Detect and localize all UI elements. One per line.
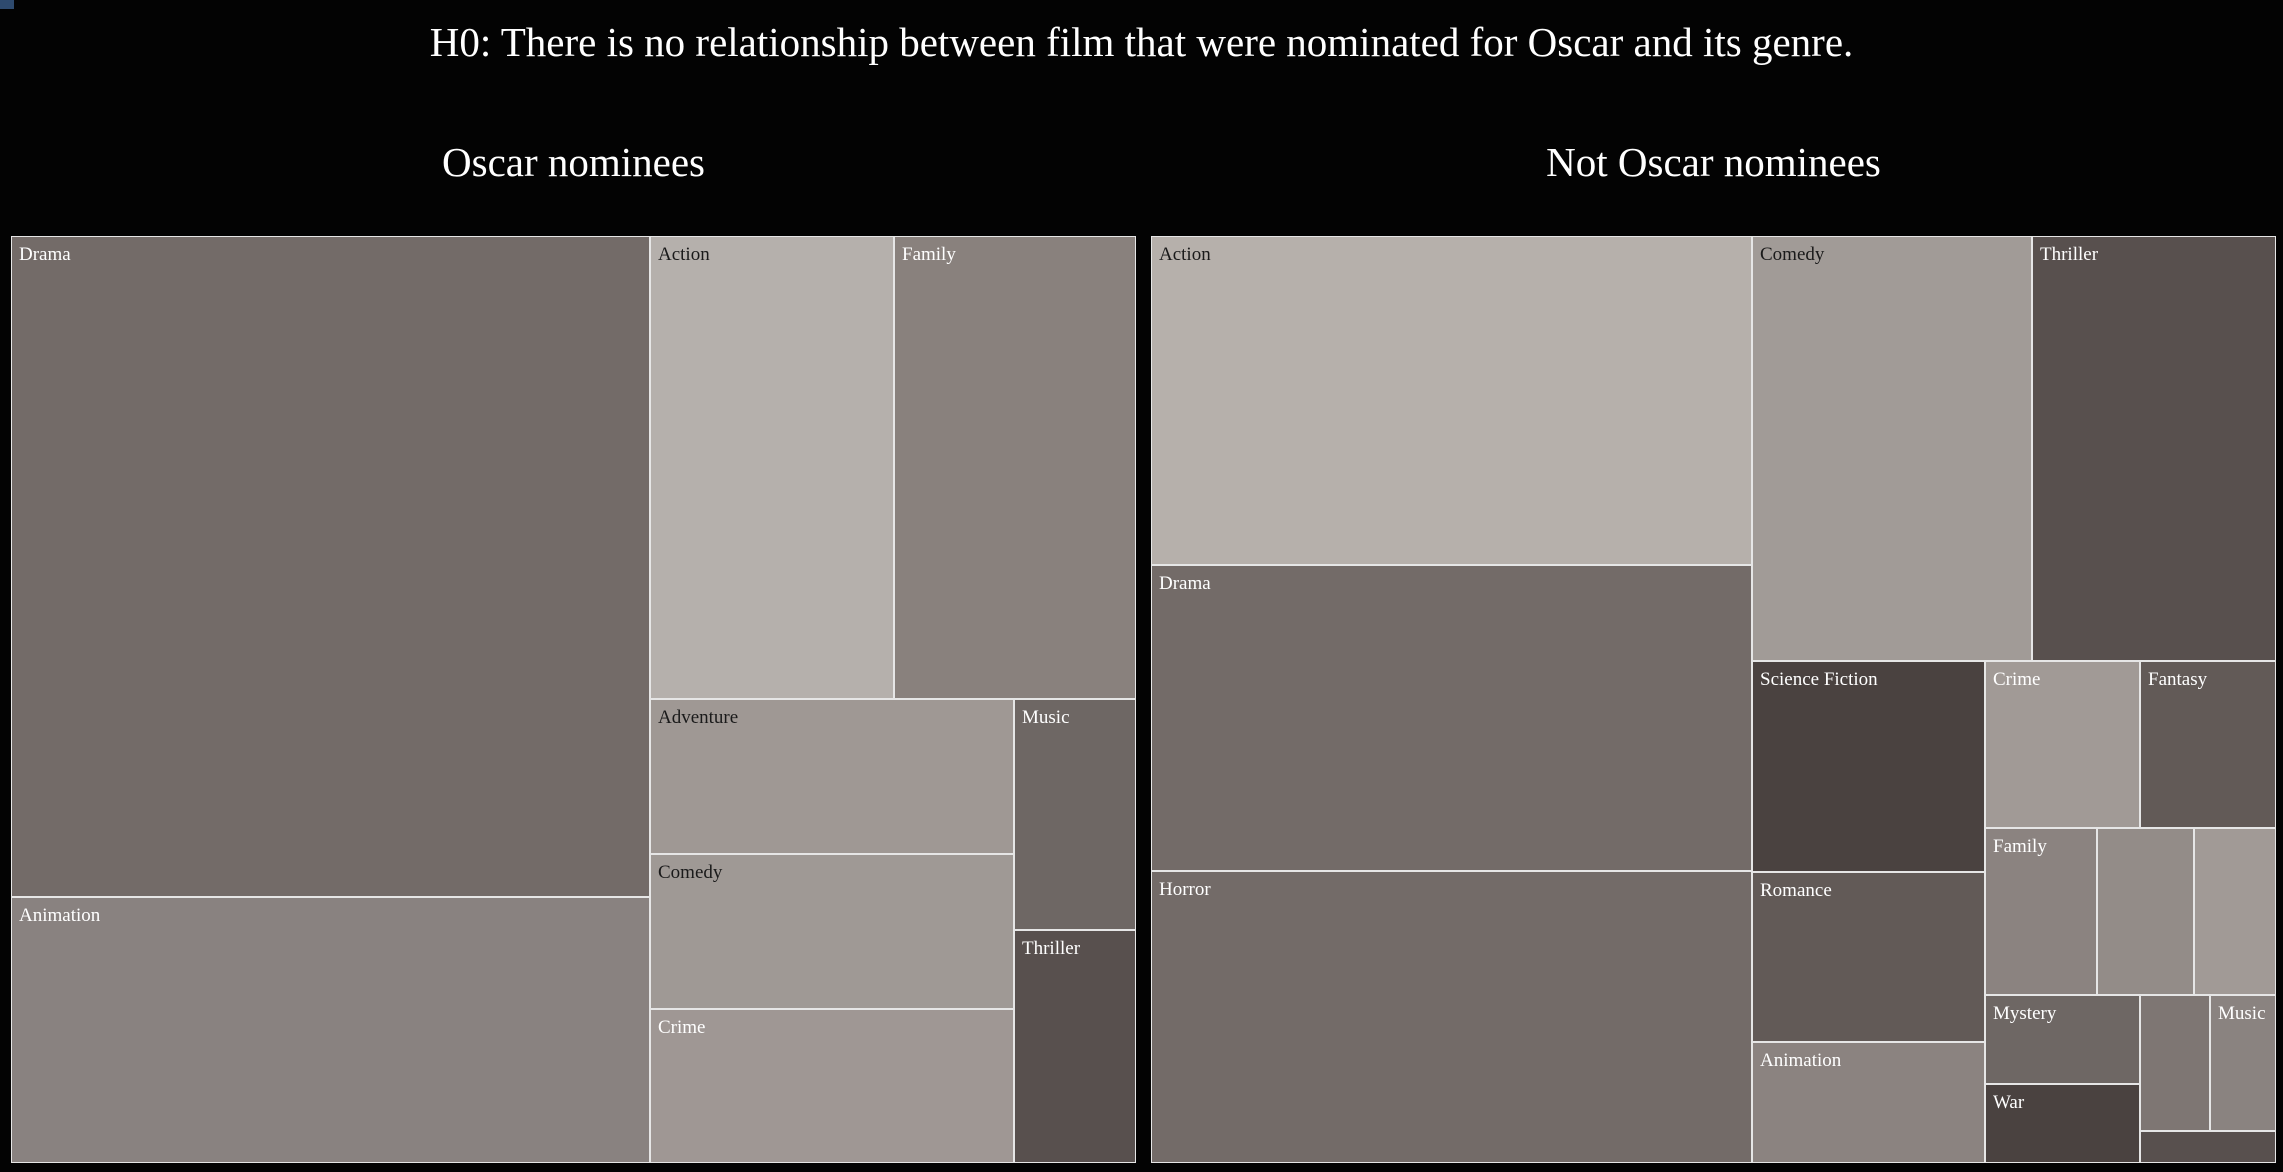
treemap-tile-unlabeled-11[interactable]: [2097, 828, 2194, 995]
treemap-tile-thriller[interactable]: Thriller: [2032, 236, 2276, 661]
treemap-tile-label: Action: [1159, 244, 1211, 265]
treemap-tile-drama[interactable]: Drama: [1151, 565, 1752, 871]
treemap-tile-animation[interactable]: Animation: [11, 897, 650, 1163]
treemap-tile-family[interactable]: Family: [894, 236, 1136, 699]
treemap-tile-label: Animation: [19, 905, 101, 926]
treemap-tile-label: Action: [658, 244, 710, 265]
treemap-not-oscar-nominees: Action Drama Horror Comedy Thriller Science F…: [1151, 236, 2276, 1163]
treemap-tile-label: War: [1993, 1092, 2025, 1113]
treemap-tile-thriller[interactable]: Thriller: [1014, 930, 1136, 1163]
treemap-tile-science-fiction[interactable]: Science Fiction: [1752, 661, 1985, 872]
treemap-tile-music[interactable]: Music: [1014, 699, 1136, 930]
treemap-tile-comedy[interactable]: Comedy: [650, 854, 1014, 1009]
treemap-tile-romance[interactable]: Romance: [1752, 872, 1985, 1042]
treemap-tile-crime[interactable]: Crime: [650, 1009, 1014, 1163]
corner-mark: [0, 0, 14, 9]
treemap-tile-music[interactable]: Music: [2210, 995, 2276, 1131]
treemap-tile-action[interactable]: Action: [650, 236, 894, 699]
treemap-tile-label: Drama: [1159, 573, 1211, 594]
treemap-tile-horror[interactable]: Horror: [1151, 871, 1752, 1163]
treemap-tile-label: Crime: [658, 1017, 706, 1038]
treemap-tile-label: Romance: [1760, 880, 1832, 901]
treemap-tile-label: Thriller: [2040, 244, 2099, 265]
treemap-tile-label: Animation: [1760, 1050, 1842, 1071]
treemap-tile-comedy[interactable]: Comedy: [1752, 236, 2032, 661]
treemap-tile-action[interactable]: Action: [1151, 236, 1752, 565]
treemap-tile-label: Comedy: [1760, 244, 1825, 265]
treemap-tile-label: Science Fiction: [1760, 669, 1878, 690]
main-title: H0: There is no relationship between fil…: [429, 19, 1854, 65]
treemap-tile-label: Music: [2218, 1003, 2266, 1024]
treemap-tile-unlabeled-12[interactable]: [2194, 828, 2276, 995]
treemap-tile-label: Horror: [1159, 879, 1211, 900]
treemap-tile-drama[interactable]: Drama: [11, 236, 650, 897]
treemap-tile-war[interactable]: War: [1985, 1084, 2140, 1163]
treemap-tile-label: Music: [1022, 707, 1070, 728]
treemap-tile-label: Thriller: [1022, 938, 1081, 959]
treemap-tile-mystery[interactable]: Mystery: [1985, 995, 2140, 1084]
treemap-tile-label: Family: [1993, 836, 2047, 857]
treemap-tile-adventure[interactable]: Adventure: [650, 699, 1014, 854]
treemap-tile-fantasy[interactable]: Fantasy: [2140, 661, 2276, 828]
treemap-tile-unlabeled-15[interactable]: [2140, 995, 2210, 1131]
treemap-tile-label: Comedy: [658, 862, 723, 883]
panel-title-oscar: Oscar nominees: [442, 139, 705, 185]
treemap-tile-label: Mystery: [1993, 1003, 2057, 1024]
treemap-tile-label: Adventure: [658, 707, 739, 728]
panel-title-not-oscar: Not Oscar nominees: [1546, 139, 1881, 185]
treemap-tile-animation[interactable]: Animation: [1752, 1042, 1985, 1163]
treemap-oscar-nominees: Drama Animation Action Family Adventure Comed…: [11, 236, 1136, 1163]
treemap-tile-label: Family: [902, 244, 956, 265]
treemap-tile-label: Drama: [19, 244, 71, 265]
treemap-tile-crime[interactable]: Crime: [1985, 661, 2140, 828]
treemap-tile-label: Fantasy: [2148, 669, 2208, 690]
treemap-tile-unlabeled-17[interactable]: [2140, 1131, 2276, 1163]
treemap-tile-family[interactable]: Family: [1985, 828, 2097, 995]
treemap-tile-label: Crime: [1993, 669, 2041, 690]
